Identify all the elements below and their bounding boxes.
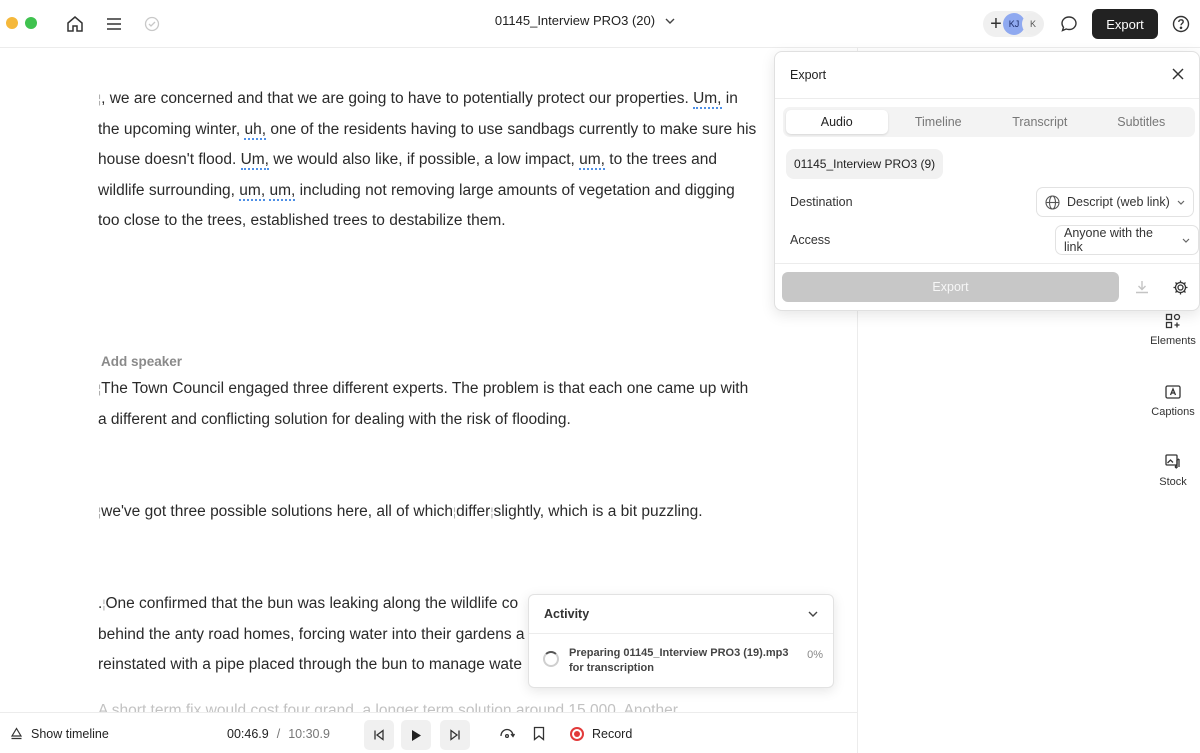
transcript-text: slightly, which is a bit puzzling. <box>493 503 703 520</box>
export-button[interactable]: Export <box>1092 9 1158 39</box>
document-title: 01145_Interview PRO3 (20) <box>494 13 656 28</box>
collaborators-group[interactable]: + KJ K <box>983 11 1044 37</box>
sync-status-icon <box>140 12 164 36</box>
activity-item: Preparing 01145_Interview PRO3 (19).mp3 … <box>543 646 823 676</box>
stock-label: Stock <box>1159 476 1187 488</box>
playback-bar: Show timeline 00:46.9 / 10:30.9 Record <box>0 712 857 753</box>
loop-button[interactable] <box>499 713 515 753</box>
show-timeline-label: Show timeline <box>31 726 109 741</box>
add-speaker-button[interactable]: Add speaker <box>101 354 182 369</box>
record-icon <box>570 726 584 741</box>
skip-back-button[interactable] <box>364 720 394 750</box>
time-separator: / <box>276 726 281 741</box>
record-label: Record <box>592 726 633 741</box>
chevron-down-icon <box>1177 200 1185 205</box>
transcript-paragraph[interactable]: ¦The Town Council engaged three differen… <box>98 374 758 435</box>
export-panel-title: Export <box>775 52 1199 99</box>
show-timeline-button[interactable]: Show timeline <box>10 713 109 753</box>
transcript-text: we would also like, if possible, a low i… <box>269 151 580 168</box>
access-value: Anyone with the link <box>1064 226 1153 254</box>
destination-label: Destination <box>790 195 853 209</box>
skip-forward-button[interactable] <box>440 720 470 750</box>
close-icon[interactable] <box>1171 67 1187 83</box>
captions-icon <box>1164 383 1182 401</box>
access-select[interactable]: Anyone with the link <box>1055 225 1199 255</box>
elements-label: Elements <box>1150 335 1196 347</box>
chevron-down-icon <box>665 18 675 24</box>
export-panel: Export Audio Timeline Transcript Subtitl… <box>774 51 1200 311</box>
zoom-window-button[interactable] <box>25 17 37 29</box>
loading-spinner-icon <box>543 651 559 667</box>
filler-word[interactable]: um, <box>269 181 296 201</box>
help-icon[interactable] <box>1169 12 1193 36</box>
stock-media-icon <box>1164 453 1182 471</box>
loop-icon <box>500 728 515 738</box>
filler-word[interactable]: um, <box>239 181 266 201</box>
title-bar: 01145_Interview PRO3 (20) + KJ K Export <box>0 0 1200 48</box>
comments-icon[interactable] <box>1057 12 1081 36</box>
filler-word[interactable]: Um, <box>240 151 269 170</box>
total-time: 10:30.9 <box>288 726 330 741</box>
timeline-icon <box>10 727 23 740</box>
activity-title: Activity <box>544 607 590 621</box>
export-type-tabs: Audio Timeline Transcript Subtitles <box>783 107 1195 137</box>
elements-icon <box>1164 312 1182 330</box>
divider <box>775 263 1199 264</box>
tab-subtitles[interactable]: Subtitles <box>1091 110 1193 134</box>
minimize-window-button[interactable] <box>6 17 18 29</box>
home-icon[interactable] <box>63 12 87 36</box>
play-icon <box>412 729 421 741</box>
transcript-text: differ <box>456 503 491 520</box>
menu-icon[interactable] <box>102 12 126 36</box>
activity-progress: 0% <box>807 649 823 661</box>
current-time: 00:46.9 <box>227 726 269 741</box>
filler-word[interactable]: Um, <box>693 90 722 109</box>
transcript-text: One confirmed that the bun was leaking a… <box>105 595 519 612</box>
avatar[interactable]: K <box>1022 13 1044 35</box>
destination-select[interactable]: Descript (web link) <box>1036 187 1194 217</box>
bookmark-button[interactable] <box>533 713 545 753</box>
transcript-paragraph[interactable]: A short term fix would cost four grand, … <box>98 696 758 712</box>
activity-header[interactable]: Activity <box>529 595 833 634</box>
activity-message: Preparing 01145_Interview PRO3 (19).mp3 … <box>569 647 789 674</box>
chevron-down-icon[interactable] <box>808 611 818 617</box>
destination-value: Descript (web link) <box>1067 195 1170 209</box>
activity-panel: Activity Preparing 01145_Interview PRO3 … <box>528 594 834 688</box>
filler-word[interactable]: uh, <box>244 120 267 140</box>
transcript-paragraph[interactable]: ¦, we are concerned and that we are goin… <box>98 84 758 237</box>
export-file-name[interactable]: 01145_Interview PRO3 (9) <box>786 149 944 179</box>
tab-transcript[interactable]: Transcript <box>989 110 1091 134</box>
elements-tool[interactable]: Elements <box>1146 312 1200 347</box>
skip-forward-icon <box>450 729 460 741</box>
tab-audio[interactable]: Audio <box>786 110 888 134</box>
filler-word[interactable]: um, <box>579 151 605 170</box>
transcript-paragraph[interactable]: ¦we've got three possible solutions here… <box>98 497 758 528</box>
record-button[interactable]: Record <box>570 713 632 753</box>
document-title-dropdown[interactable]: 01145_Interview PRO3 (20) <box>460 13 710 28</box>
stock-tool[interactable]: Stock <box>1146 453 1200 488</box>
play-button[interactable] <box>401 720 431 750</box>
export-submit-button[interactable]: Export <box>782 272 1119 302</box>
bookmark-icon <box>533 726 545 741</box>
time-display: 00:46.9 / 10:30.9 <box>227 713 330 753</box>
download-icon[interactable] <box>1132 277 1152 297</box>
tab-timeline[interactable]: Timeline <box>888 110 990 134</box>
transcript-text: , we are concerned and that we are going… <box>101 90 694 107</box>
chevron-down-icon <box>1182 238 1190 243</box>
transcript-text: we've got three possible solutions here,… <box>101 503 454 520</box>
transcript-text: The Town Council engaged three different… <box>98 380 749 428</box>
access-label: Access <box>790 233 831 247</box>
globe-icon <box>1045 194 1060 210</box>
skip-back-icon <box>374 729 384 741</box>
captions-label: Captions <box>1151 406 1195 418</box>
gear-icon[interactable] <box>1170 277 1190 297</box>
captions-tool[interactable]: Captions <box>1146 383 1200 418</box>
